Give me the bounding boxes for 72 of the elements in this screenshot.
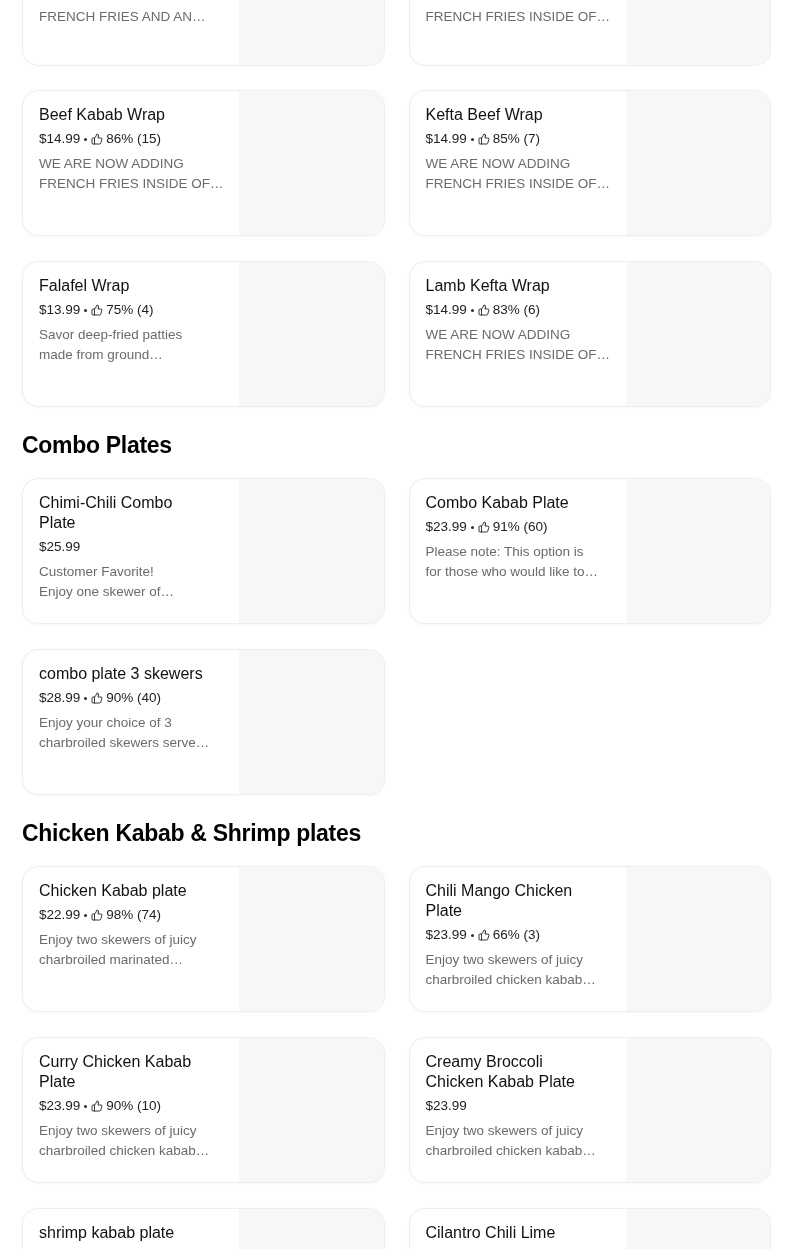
- item-description: Savor deep-fried patties made from ground…: [39, 326, 183, 364]
- item-description: WE ARE NOW ADDING FRENCH FRIES INSIDE OF…: [39, 155, 224, 193]
- thumbs-up-icon: [477, 133, 490, 145]
- item-price: $22.99: [39, 906, 81, 924]
- item-description: Enjoy your choice of 3 charbroiled skewers serve…: [39, 714, 210, 752]
- menu-item-card[interactable]: Curry Chicken Kabab Plate $23.99 90% (10) Enjoy two skewers of juicy charbroiled chicken kabab…: [22, 1037, 385, 1183]
- item-description: WE ARE NOW ADDING FRENCH FRIES INSIDE OF…: [425, 155, 610, 193]
- item-name: Beef Kabab Wrap: [39, 105, 165, 125]
- item-name: Lamb Kefta Wrap: [425, 276, 550, 296]
- item-name: Curry Chicken Kabab Plate: [39, 1052, 192, 1092]
- item-name: Combo Kabab Plate: [425, 493, 569, 513]
- menu-item-card[interactable]: Kefta Beef Wrap $14.99 85% (7) WE ARE NOW ADDING FRENCH FRIES INSIDE OF…: [408, 90, 771, 236]
- item-name: combo plate 3 skewers: [39, 664, 203, 684]
- item-description: Enjoy two skewers of juicy charbroiled chicken kabab…: [425, 1122, 596, 1160]
- menu-item-card[interactable]: combo plate 3 skewers $28.99 90% (40) Enjoy your choice of 3 charbroiled skewers serve…: [22, 649, 385, 795]
- item-description: Enjoy two skewers of juicy charbroiled chicken kabab…: [425, 951, 596, 989]
- item-description: Enjoy two skewers of juicy charbroiled chicken kabab…: [39, 1122, 210, 1160]
- item-name: Creamy Broccoli Chicken Kabab Plate: [425, 1052, 575, 1092]
- menu-item-card[interactable]: Lamb Kefta Wrap $14.99 83% (6) WE ARE NOW ADDING FRENCH FRIES INSIDE OF…: [408, 261, 771, 407]
- menu-item-card[interactable]: Chili Mango Chicken Plate $23.99 66% (3) Enjoy two skewers of juicy charbroiled chicken kabab…: [408, 866, 771, 1012]
- item-description: Enjoy two skewers of juicy charbroiled marinated…: [39, 931, 197, 969]
- thumbs-up-icon: [91, 909, 104, 921]
- item-price: $14.99: [425, 301, 467, 319]
- item-name: shrimp kabab plate: [39, 1223, 175, 1243]
- menu-item-card[interactable]: FRENCH FRIES INSIDE OF…: [408, 0, 771, 66]
- thumbs-up-icon: [91, 1100, 104, 1112]
- section-heading: Chicken Kabab & Shrimp plates: [22, 819, 361, 848]
- item-description: Customer Favorite! Enjoy one skewer of…: [39, 563, 175, 601]
- item-price: $13.99: [39, 301, 81, 319]
- menu-item-card[interactable]: Creamy Broccoli Chicken Kabab Plate $23.99 Enjoy two skewers of juicy charbroiled chicken kabab…: [408, 1037, 771, 1183]
- menu-item-card[interactable]: Chimi-Chili Combo Plate $25.99 Customer Favorite! Enjoy one skewer of…: [22, 478, 385, 624]
- thumbs-up-icon: [477, 304, 490, 316]
- section-heading: Combo Plates: [22, 431, 172, 460]
- item-price: $25.99: [39, 538, 81, 556]
- item-price: $14.99: [425, 130, 467, 148]
- item-price: $14.99: [39, 130, 81, 148]
- item-description: WE ARE NOW ADDING FRENCH FRIES INSIDE OF…: [425, 326, 610, 364]
- item-rating: 90% (10): [106, 1097, 162, 1115]
- item-rating: 91% (60): [492, 518, 548, 536]
- item-rating: 66% (3): [492, 926, 541, 944]
- item-rating: 98% (74): [106, 906, 162, 924]
- menu-item-card[interactable]: shrimp kabab plate: [22, 1208, 385, 1249]
- menu-item-card[interactable]: Cilantro Chili Lime: [408, 1208, 771, 1249]
- item-name: Cilantro Chili Lime: [425, 1223, 556, 1243]
- thumbs-up-icon: [91, 692, 104, 704]
- item-name: Chili Mango Chicken Plate: [425, 881, 573, 921]
- thumbs-up-icon: [91, 304, 104, 316]
- item-description: FRENCH FRIES AND AN…: [39, 8, 206, 26]
- menu-item-card[interactable]: FRENCH FRIES AND AN…: [22, 0, 385, 66]
- item-price: $23.99: [425, 1097, 467, 1115]
- item-name: Chimi-Chili Combo Plate: [39, 493, 173, 533]
- item-name: Kefta Beef Wrap: [425, 105, 543, 125]
- item-price: $23.99: [39, 1097, 81, 1115]
- item-price: $28.99: [39, 689, 81, 707]
- thumbs-up-icon: [477, 929, 490, 941]
- thumbs-up-icon: [477, 521, 490, 533]
- menu-item-card[interactable]: Beef Kabab Wrap $14.99 86% (15) WE ARE NOW ADDING FRENCH FRIES INSIDE OF…: [22, 90, 385, 236]
- menu-item-card[interactable]: Combo Kabab Plate $23.99 91% (60) Please note: This option is for those who would like to…: [408, 478, 771, 624]
- item-price: $23.99: [425, 926, 467, 944]
- item-rating: 75% (4): [106, 301, 154, 319]
- item-name: Falafel Wrap: [39, 276, 130, 296]
- menu-item-card[interactable]: Falafel Wrap $13.99 75% (4) Savor deep-fried patties made from ground…: [22, 261, 385, 407]
- item-name: Chicken Kabab plate: [39, 881, 187, 901]
- item-rating: 83% (6): [492, 301, 541, 319]
- item-rating: 90% (40): [106, 689, 162, 707]
- item-description: FRENCH FRIES INSIDE OF…: [425, 8, 610, 26]
- item-rating: 86% (15): [106, 130, 162, 148]
- item-rating: 85% (7): [492, 130, 541, 148]
- thumbs-up-icon: [91, 133, 104, 145]
- item-price: $23.99: [425, 518, 467, 536]
- menu-item-card[interactable]: Chicken Kabab plate $22.99 98% (74) Enjoy two skewers of juicy charbroiled marinated…: [22, 866, 385, 1012]
- item-description: Please note: This option is for those who would like to…: [425, 543, 599, 581]
